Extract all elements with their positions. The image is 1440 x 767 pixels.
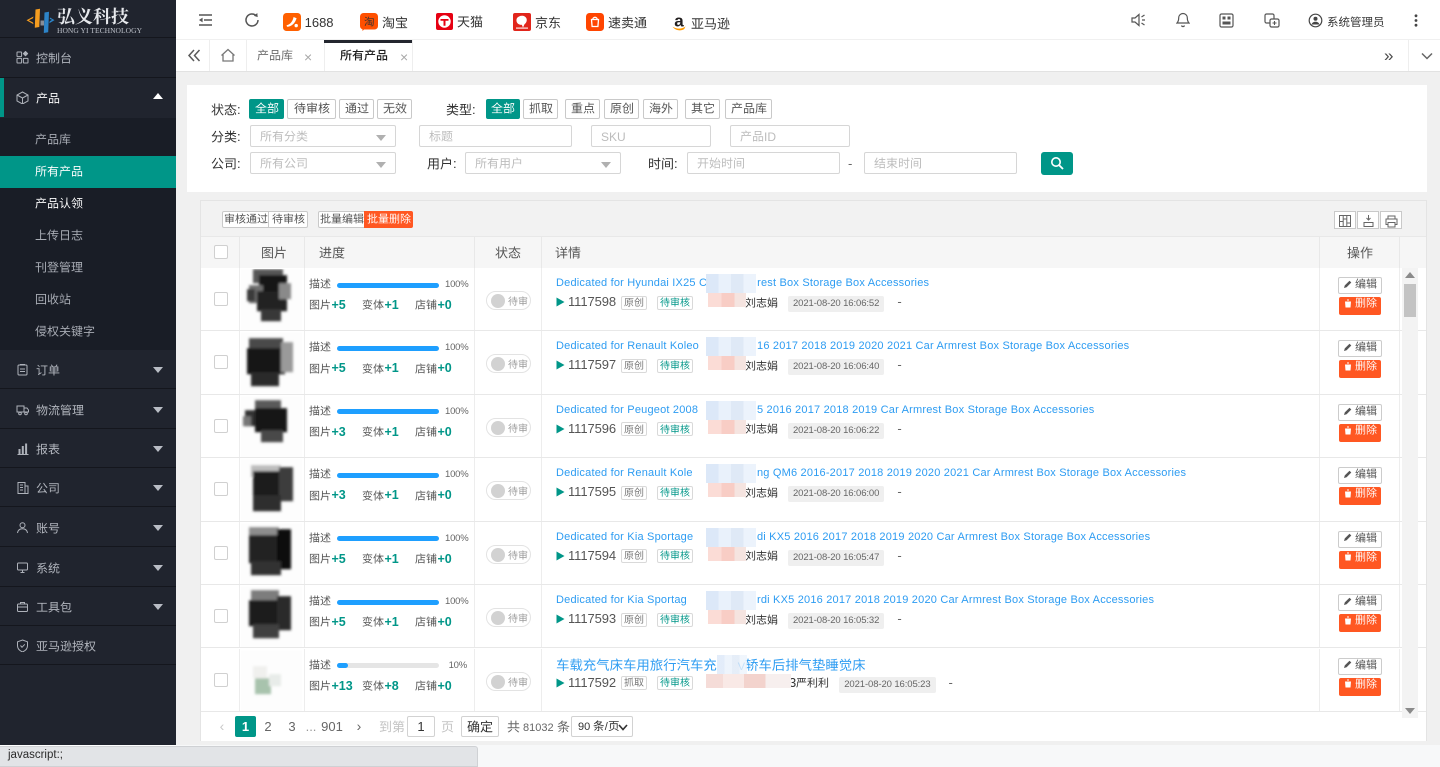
svg-text:a: a	[674, 13, 684, 31]
